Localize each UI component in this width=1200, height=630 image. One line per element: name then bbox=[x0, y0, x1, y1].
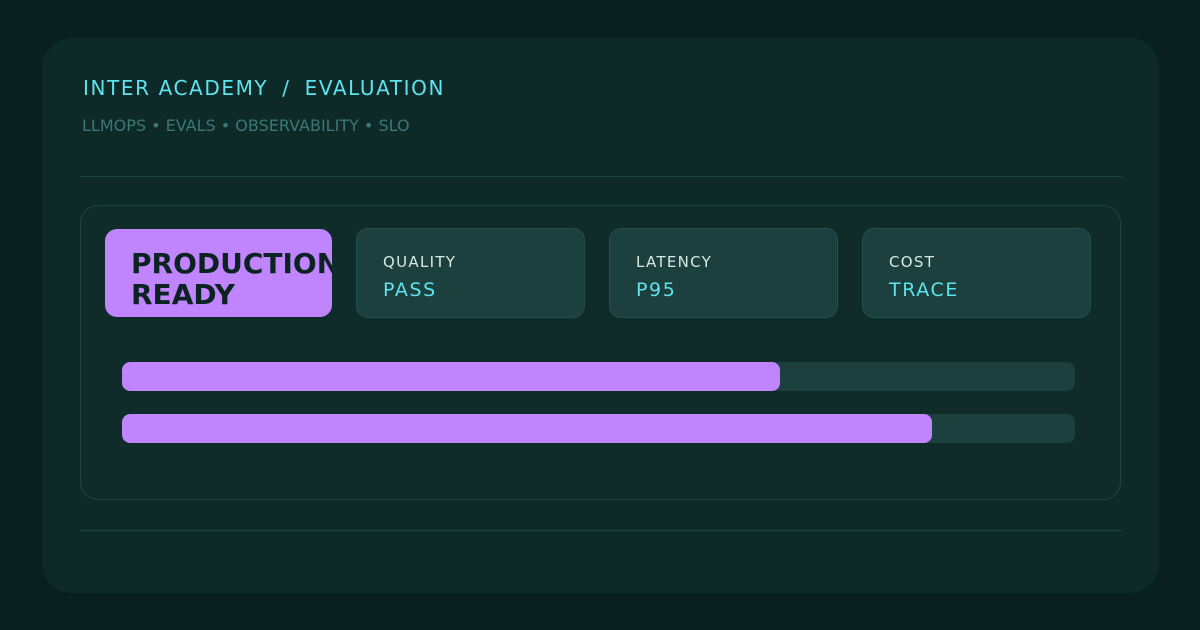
breadcrumb-separator: / bbox=[282, 76, 291, 100]
stat-value: TRACE bbox=[889, 279, 959, 301]
badge-line-2: READY bbox=[131, 278, 235, 311]
divider-top bbox=[80, 176, 1122, 177]
badge-line-1: PRODUCTION bbox=[131, 247, 332, 280]
main-card: INTER ACADEMY / EVALUATION LLMOPS • EVAL… bbox=[42, 38, 1159, 593]
stat-label: COST bbox=[889, 253, 936, 271]
progress-bar-1 bbox=[122, 362, 1075, 391]
breadcrumb-item-academy[interactable]: INTER ACADEMY bbox=[83, 76, 268, 100]
breadcrumb-item-evaluation: EVALUATION bbox=[304, 76, 446, 100]
progress-fill-2 bbox=[122, 414, 933, 443]
stat-label: LATENCY bbox=[636, 253, 713, 271]
stat-card-cost: COST TRACE bbox=[862, 228, 1091, 318]
stat-value: PASS bbox=[383, 279, 437, 301]
stat-label: QUALITY bbox=[383, 253, 457, 271]
progress-fill-1 bbox=[122, 362, 780, 391]
production-ready-badge: PRODUCTION READY bbox=[105, 229, 332, 317]
metrics-panel: PRODUCTION READY QUALITY PASS LATENCY P9… bbox=[80, 205, 1121, 500]
progress-bar-2 bbox=[122, 414, 1075, 443]
divider-bottom bbox=[80, 530, 1122, 531]
stat-card-latency: LATENCY P95 bbox=[609, 228, 838, 318]
stat-value: P95 bbox=[636, 279, 677, 301]
tagline: LLMOPS • EVALS • OBSERVABILITY • SLO bbox=[82, 116, 410, 135]
stat-card-quality: QUALITY PASS bbox=[356, 228, 585, 318]
breadcrumb: INTER ACADEMY / EVALUATION bbox=[83, 76, 445, 100]
